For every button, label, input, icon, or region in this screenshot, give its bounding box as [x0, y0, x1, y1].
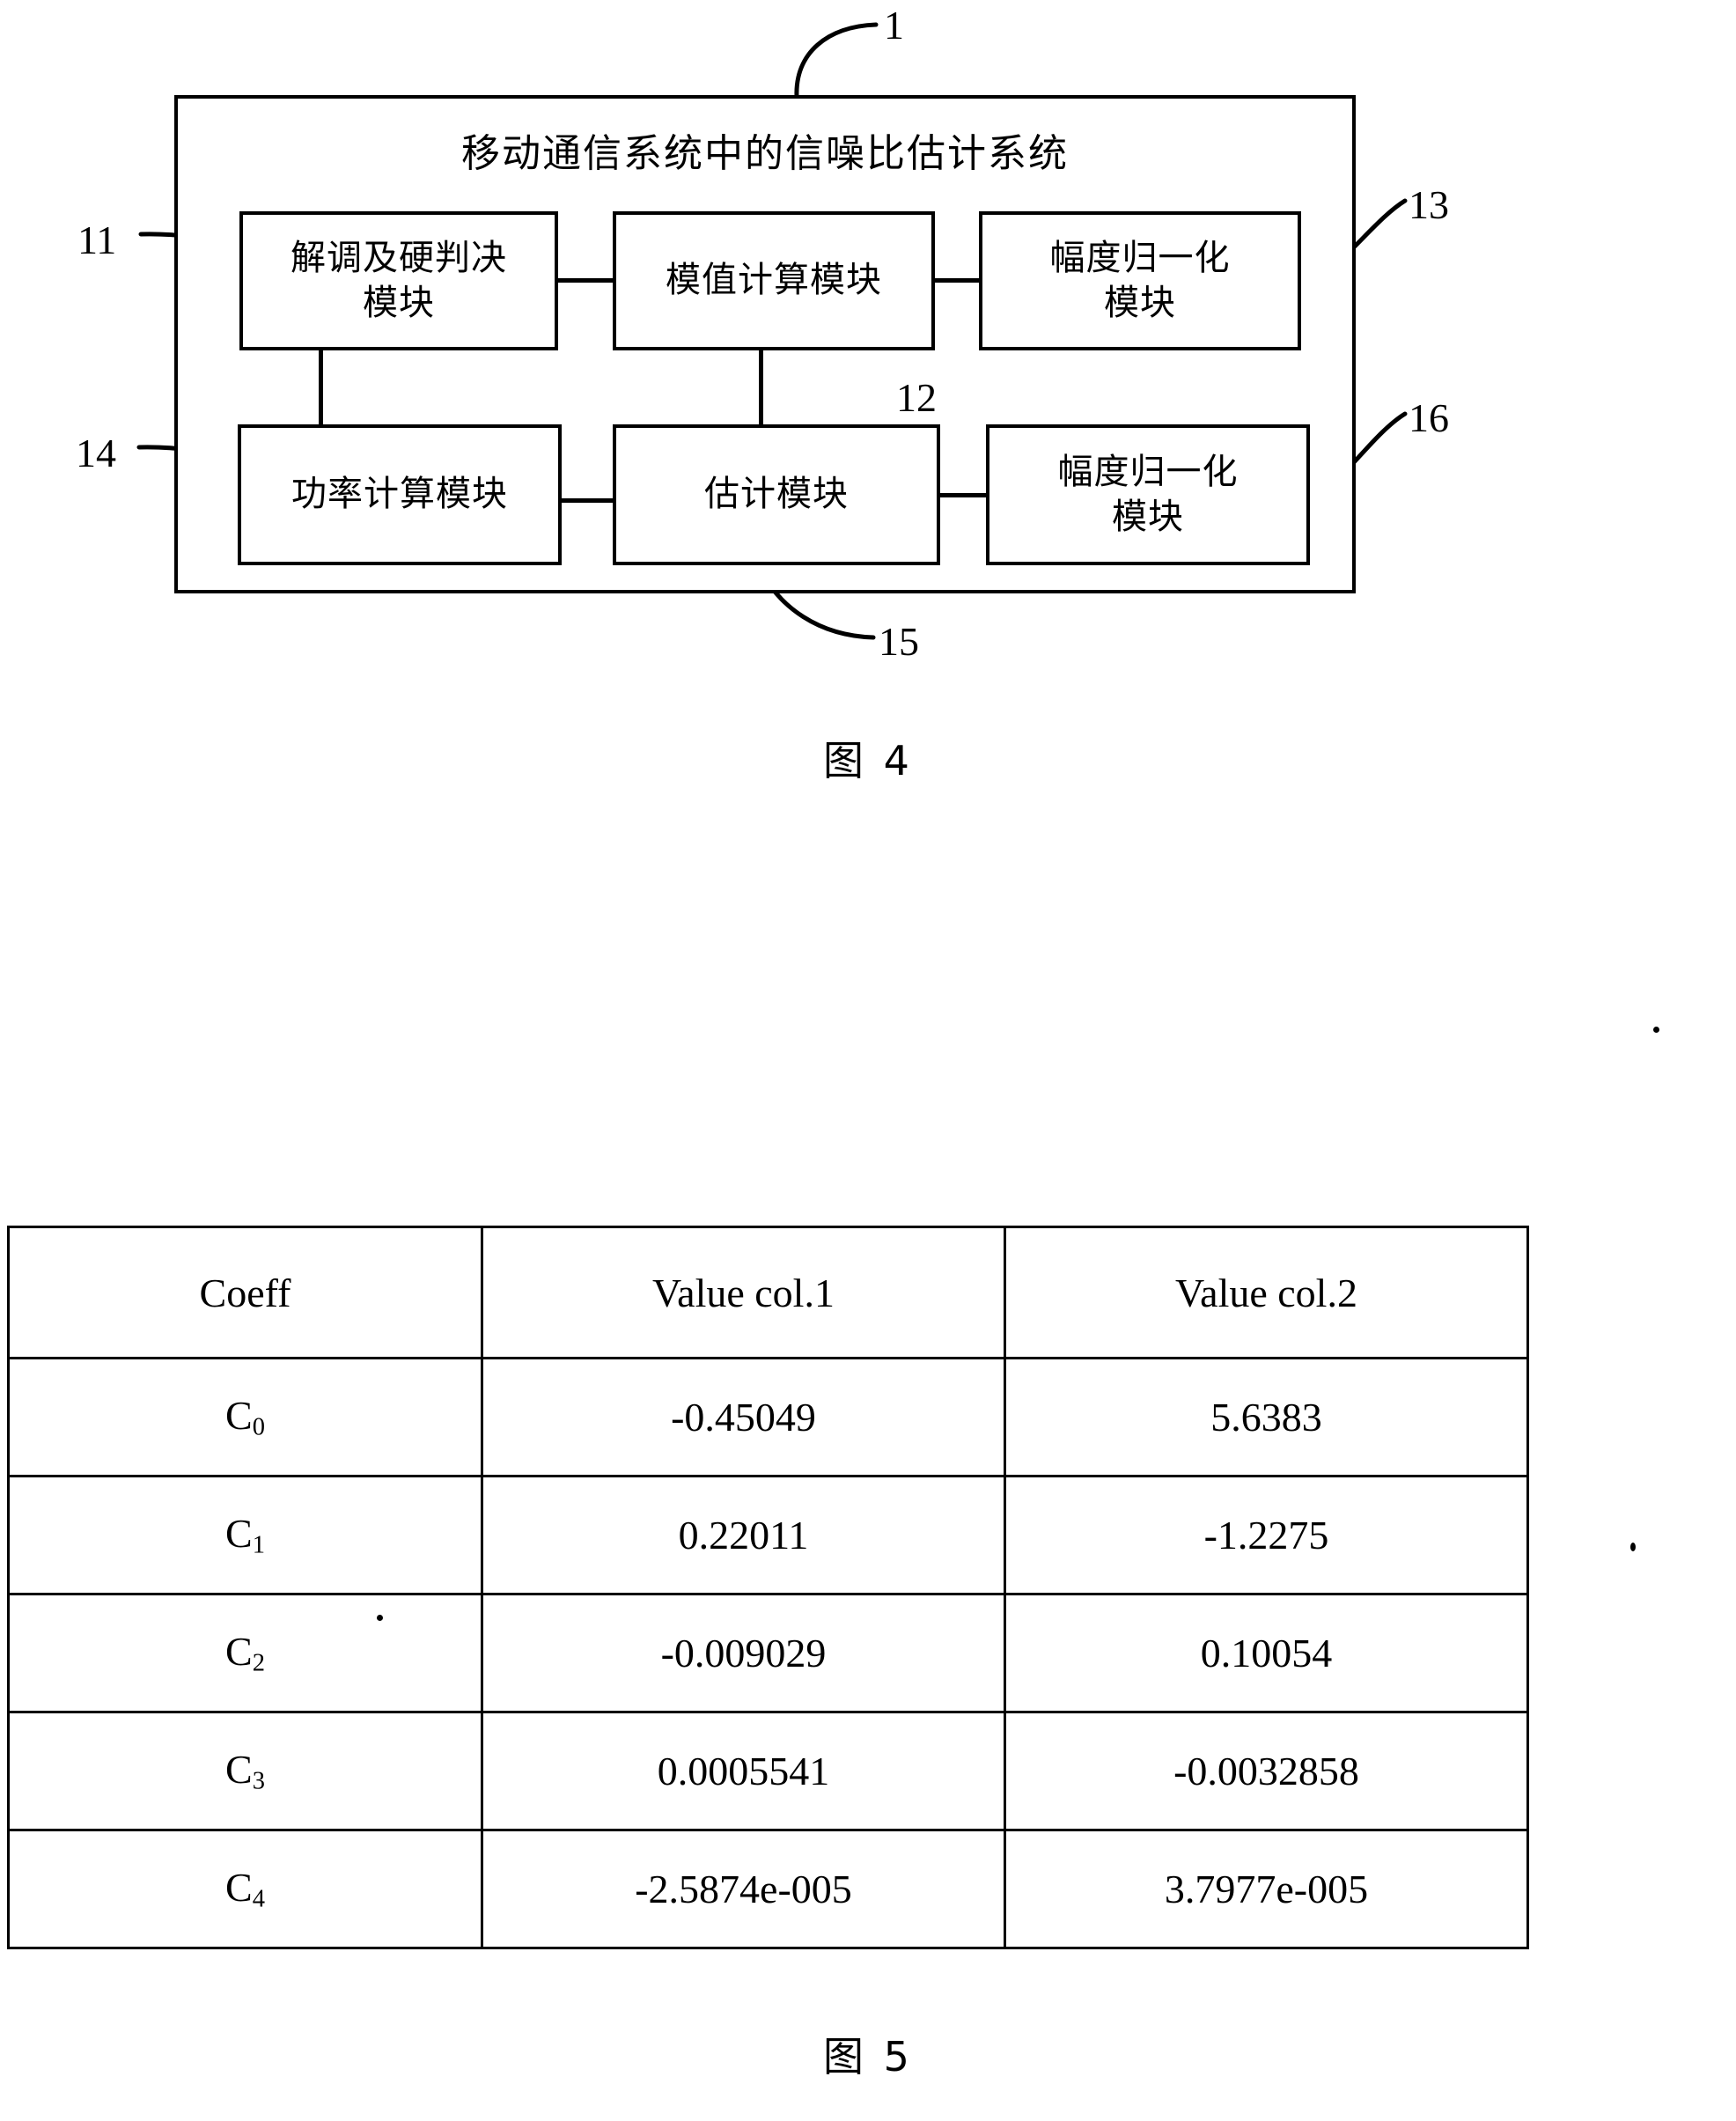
figure-5-caption: 图 5 — [823, 2033, 913, 2080]
coefficient-symbol: C — [225, 1629, 253, 1675]
reference-numeral-14: 14 — [76, 431, 116, 475]
coefficient-symbol: C — [225, 1865, 253, 1911]
module-box-estimation: 估计模块 — [613, 424, 940, 565]
scan-speck — [1630, 1543, 1636, 1551]
scan-speck — [377, 1615, 383, 1621]
table-header-row: Coeff Value col.1 Value col.2 — [7, 1226, 1529, 1359]
module-label-line1: 幅度归一化 — [1057, 451, 1239, 492]
module-label-line1: 功率计算模块 — [291, 474, 508, 515]
module-label-line2: 模块 — [363, 283, 435, 323]
module-label-line1: 解调及硬判决 — [291, 237, 507, 278]
figure-4-caption: 图 4 — [823, 737, 913, 784]
module-box-power-calc: 功率计算模块 — [238, 424, 562, 565]
coefficient-subscript: 2 — [252, 1649, 265, 1677]
figure-4: 移动通信系统中的信噪比估计系统 解调及硬判决 模块 模值计算模块 幅度归一化 模… — [0, 0, 1736, 836]
reference-numeral-1: 1 — [884, 3, 904, 48]
table-value-cell: -0.009029 — [481, 1593, 1006, 1713]
table-value-cell: 3.7977e-005 — [1004, 1829, 1529, 1949]
table-row: C2 -0.009029 0.10054 — [7, 1593, 1529, 1713]
coefficient-label-cell: C3 — [7, 1711, 483, 1831]
table-value-cell: -1.2275 — [1004, 1475, 1529, 1595]
connector-magnitude-to-estimation — [759, 350, 763, 424]
module-box-magnitude-calc: 模值计算模块 — [613, 211, 935, 350]
table-header-cell: Value col.1 — [481, 1226, 1006, 1359]
module-label-line1: 幅度归一化 — [1049, 237, 1231, 278]
coefficient-label-cell: C0 — [7, 1357, 483, 1477]
connector-magnitude-to-amplitude-norm-top — [935, 278, 979, 283]
system-title: 移动通信系统中的信噪比估计系统 — [461, 131, 1069, 176]
figure-5: Coeff Value col.1 Value col.2 C0 -0.45049 5.6… — [0, 1215, 1736, 2121]
coefficient-symbol: C — [225, 1393, 253, 1439]
module-label-line1: 模值计算模块 — [666, 260, 882, 301]
table-row: C0 -0.45049 5.6383 — [7, 1357, 1529, 1477]
scan-speck — [1653, 1027, 1659, 1033]
table-row: C1 0.22011 -1.2275 — [7, 1475, 1529, 1595]
reference-numeral-15: 15 — [879, 619, 919, 664]
coefficient-label-cell: C2 — [7, 1593, 483, 1713]
module-box-amplitude-normalization-top: 幅度归一化 模块 — [979, 211, 1301, 350]
table-value-cell: 5.6383 — [1004, 1357, 1529, 1477]
table-value-cell: 0.0005541 — [481, 1711, 1006, 1831]
coefficient-symbol: C — [225, 1511, 253, 1557]
coefficient-symbol: C — [225, 1747, 253, 1793]
coefficient-label-cell: C4 — [7, 1829, 483, 1949]
connector-demod-to-power — [319, 350, 323, 424]
table-value-cell: -0.45049 — [481, 1357, 1006, 1477]
module-label-line1: 估计模块 — [704, 474, 849, 515]
table-header-cell: Value col.2 — [1004, 1226, 1529, 1359]
coefficient-label-cell: C1 — [7, 1475, 483, 1595]
reference-numeral-13: 13 — [1409, 182, 1449, 227]
table-value-cell: -2.5874e-005 — [481, 1829, 1006, 1949]
module-box-amplitude-normalization-bottom: 幅度归一化 模块 — [986, 424, 1310, 565]
reference-numeral-12: 12 — [896, 375, 937, 420]
table-header-cell: Coeff — [7, 1226, 483, 1359]
coefficient-subscript: 4 — [252, 1885, 265, 1913]
connector-power-to-estimation — [562, 498, 613, 503]
connector-estimation-to-amplitude-norm-bottom — [940, 493, 986, 497]
table-value-cell: -0.0032858 — [1004, 1711, 1529, 1831]
coefficient-subscript: 1 — [252, 1531, 265, 1559]
table-value-cell: 0.22011 — [481, 1475, 1006, 1595]
table-row: C4 -2.5874e-005 3.7977e-005 — [7, 1829, 1529, 1949]
coefficient-subscript: 3 — [252, 1767, 265, 1795]
coefficient-subscript: 0 — [252, 1413, 265, 1441]
module-label-line2: 模块 — [1104, 283, 1176, 323]
table-value-cell: 0.10054 — [1004, 1593, 1529, 1713]
reference-numeral-11: 11 — [77, 217, 117, 262]
connector-demod-to-magnitude — [558, 278, 613, 283]
coefficient-table: Coeff Value col.1 Value col.2 C0 -0.45049 5.6… — [7, 1226, 1529, 1949]
reference-numeral-16: 16 — [1409, 395, 1449, 440]
module-box-demod-hard-decision: 解调及硬判决 模块 — [239, 211, 558, 350]
module-label-line2: 模块 — [1112, 497, 1184, 537]
table-row: C3 0.0005541 -0.0032858 — [7, 1711, 1529, 1831]
